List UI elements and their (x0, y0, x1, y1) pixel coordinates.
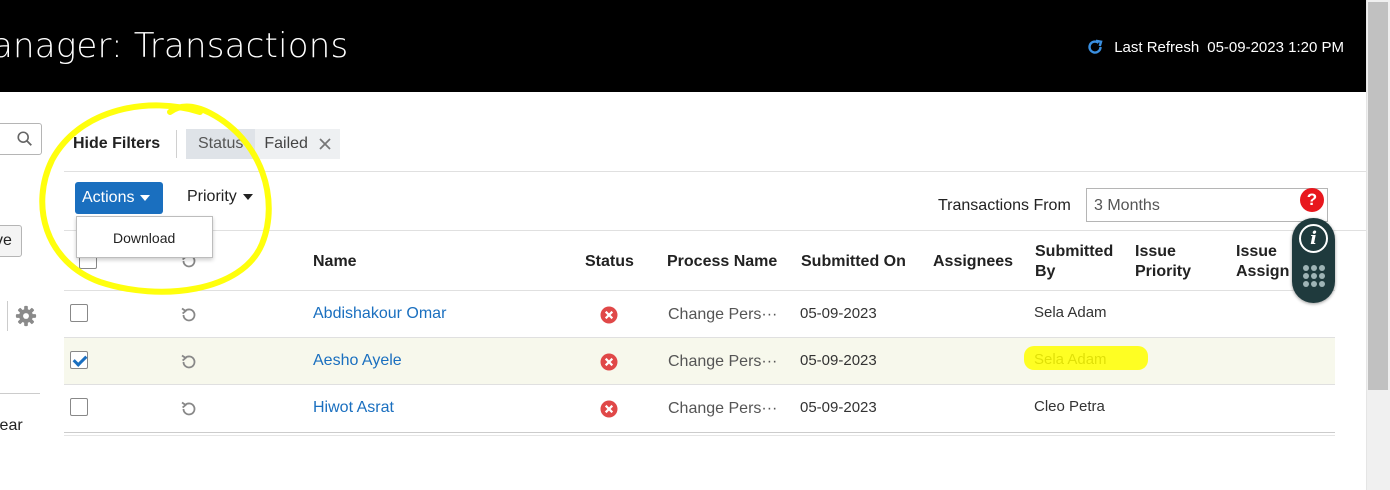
caret-down-icon (140, 195, 151, 201)
process-name: Change Pers··· (668, 353, 778, 370)
process-name: Change Pers··· (668, 306, 778, 323)
column-header-assignees[interactable]: Assignees (933, 252, 1013, 272)
table-footer-edge (64, 432, 1335, 436)
error-icon (600, 400, 618, 418)
page-header: anager: Transactions Last Refresh 05-09-… (0, 0, 1366, 92)
undo-icon[interactable] (179, 352, 199, 372)
column-header-process-name[interactable]: Process Name (667, 252, 777, 272)
divider (176, 130, 177, 158)
table-row[interactable]: Aesho Ayele Change Pers··· 05-09-2023 Se… (64, 338, 1335, 384)
page-title: anager: Transactions (0, 26, 349, 66)
submitted-on: 05-09-2023 (800, 352, 877, 369)
search-icon[interactable] (16, 130, 34, 148)
submitted-by: Sela Adam (1034, 351, 1107, 368)
table-row[interactable]: Abdishakour Omar Change Pers··· 05-09-20… (64, 291, 1335, 337)
actions-label: Actions (82, 189, 135, 206)
error-icon (600, 306, 618, 324)
save-button[interactable]: ve (0, 225, 22, 257)
refresh-icon[interactable] (1084, 36, 1106, 58)
actions-menu-button[interactable]: Actions (75, 182, 163, 214)
submitted-on: 05-09-2023 (800, 305, 877, 322)
divider (0, 393, 40, 394)
transactions-from-select[interactable]: 3 Months (1086, 188, 1328, 222)
close-icon[interactable] (318, 137, 332, 151)
column-header-submitted-by[interactable]: Submitted By (1035, 242, 1127, 282)
employee-name-link[interactable]: Aesho Ayele (313, 352, 402, 370)
employee-name-link[interactable]: Hiwot Asrat (313, 399, 394, 417)
filter-chip-value: Failed (264, 135, 308, 152)
divider (64, 171, 1366, 172)
submitted-by: Cleo Petra (1034, 398, 1105, 415)
column-header-issue-assignee[interactable]: Issue Assign (1236, 242, 1298, 284)
table-row[interactable]: Hiwot Asrat Change Pers··· 05-09-2023 Cl… (64, 385, 1335, 431)
error-icon (600, 353, 618, 371)
search-input[interactable] (0, 123, 42, 155)
column-header-name[interactable]: Name (313, 252, 357, 272)
last-refresh: Last Refresh 05-09-2023 1:20 PM (1084, 36, 1344, 58)
employee-name-link[interactable]: Abdishakour Omar (313, 305, 446, 323)
hide-filters-link[interactable]: Hide Filters (73, 135, 160, 153)
last-refresh-value: 05-09-2023 1:20 PM (1207, 38, 1344, 56)
last-refresh-label: Last Refresh (1114, 38, 1200, 56)
row-checkbox[interactable] (70, 351, 88, 369)
actions-dropdown-menu: Download (76, 216, 213, 258)
submitted-on: 05-09-2023 (800, 399, 877, 416)
column-header-issue-priority[interactable]: Issue Priority (1135, 242, 1215, 282)
scrollbar-thumb[interactable] (1368, 2, 1388, 390)
divider (7, 301, 8, 331)
grid-dots-icon[interactable] (1303, 265, 1325, 287)
menu-item-download[interactable]: Download (113, 230, 175, 246)
submitted-by: Sela Adam (1034, 304, 1107, 321)
row-checkbox[interactable] (70, 304, 88, 322)
clear-link[interactable]: lear (0, 417, 23, 435)
process-name: Change Pers··· (668, 400, 778, 417)
priority-menu-button[interactable]: Priority (187, 188, 253, 206)
priority-label: Priority (187, 188, 237, 205)
undo-icon[interactable] (179, 399, 199, 419)
column-header-submitted-on[interactable]: Submitted On (801, 252, 906, 272)
filter-chip-value-wrap: Failed (255, 129, 340, 159)
gear-icon[interactable] (15, 305, 37, 327)
filter-chip-key: Status (186, 129, 256, 159)
help-icon[interactable]: ? (1300, 188, 1324, 212)
filter-chip-status: Status Failed (186, 129, 340, 159)
assistant-bubble[interactable]: i (1292, 218, 1335, 303)
transactions-page: anager: Transactions Last Refresh 05-09-… (0, 0, 1390, 490)
transactions-from-label: Transactions From (938, 197, 1071, 214)
column-header-status[interactable]: Status (585, 252, 634, 272)
info-icon[interactable]: i (1299, 224, 1328, 253)
row-checkbox[interactable] (70, 398, 88, 416)
undo-icon[interactable] (179, 305, 199, 325)
divider (64, 230, 1366, 231)
caret-down-icon (242, 194, 253, 200)
page-scrollbar[interactable] (1366, 0, 1390, 490)
